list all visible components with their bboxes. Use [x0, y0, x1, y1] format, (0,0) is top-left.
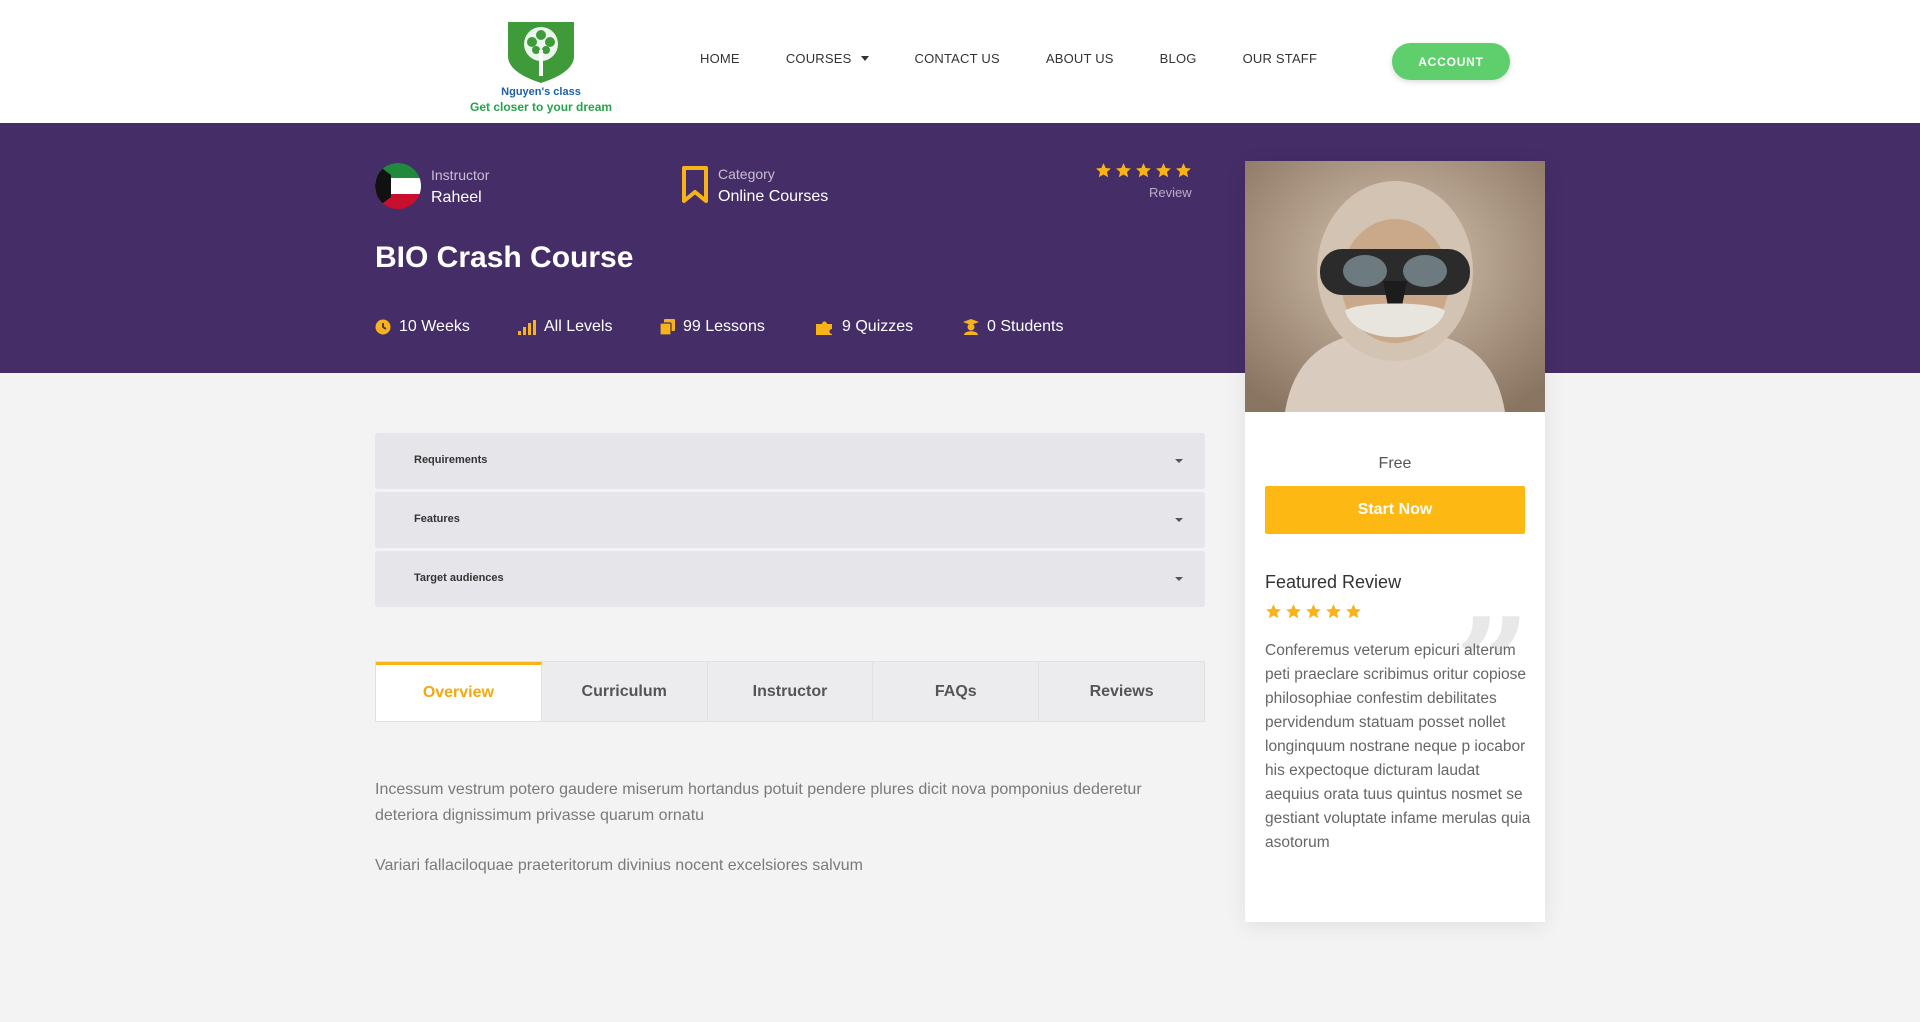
course-thumbnail[interactable] — [1245, 161, 1545, 412]
accordion-target-audiences[interactable]: Target audiences — [375, 551, 1205, 607]
featured-review-stars — [1265, 603, 1362, 620]
star-icon — [1326, 604, 1341, 619]
nav-home-label: HOME — [700, 51, 740, 66]
overview-paragraph-2: Variari fallaciloquae praeteritorum divi… — [375, 857, 863, 874]
instructor-label: Instructor — [431, 167, 490, 183]
logo-tagline: Get closer to your dream — [470, 100, 613, 114]
logo-title: Nguyen's class — [501, 86, 581, 98]
featured-review-title: Featured Review — [1265, 572, 1402, 592]
puzzle-icon — [816, 321, 832, 335]
stat-students-text: 0 Students — [987, 318, 1064, 335]
tab-reviews[interactable]: Reviews — [1039, 662, 1204, 721]
stat-duration: 10 Weeks — [375, 318, 470, 336]
start-now-button[interactable]: Start Now — [1265, 486, 1525, 534]
caret-down-icon — [1175, 577, 1183, 581]
accordion-features-label: Features — [414, 513, 460, 525]
stat-quizzes: 9 Quizzes — [816, 318, 913, 336]
stat-duration-text: 10 Weeks — [399, 318, 470, 335]
star-icon — [1346, 604, 1361, 619]
stat-students: 0 Students — [963, 318, 1064, 336]
accordion-features[interactable]: Features — [375, 492, 1205, 548]
nav-blog[interactable]: BLOG — [1160, 51, 1197, 66]
copy-icon — [660, 319, 675, 335]
nav-our-staff[interactable]: OUR STAFF — [1243, 51, 1318, 66]
course-title: BIO Crash Course — [375, 241, 634, 274]
overview-paragraph-1: Incessum vestrum potero gaudere miserum … — [375, 781, 1142, 824]
accordion-requirements[interactable]: Requirements — [375, 433, 1205, 489]
accordion-target-audiences-label: Target audiences — [414, 572, 504, 584]
site-logo[interactable]: Nguyen's class Get closer to your dream — [470, 20, 612, 117]
course-hero — [0, 123, 1920, 373]
nav-about-label: ABOUT US — [1045, 51, 1114, 66]
instructor-avatar[interactable] — [375, 163, 421, 209]
caret-down-icon — [860, 56, 869, 61]
nav-contact-us[interactable]: CONTACT US — [915, 51, 1000, 66]
category-label: Category — [718, 166, 775, 182]
star-icon — [1116, 163, 1131, 178]
hazmat-person-image — [1245, 161, 1545, 412]
stat-quizzes-text: 9 Quizzes — [842, 318, 914, 335]
enroll-card: Free Start Now Featured Review ” Confere… — [1245, 161, 1545, 922]
stat-level-text: All Levels — [544, 318, 613, 335]
tab-overview[interactable]: Overview — [376, 662, 542, 721]
nav-blog-label: BLOG — [1159, 51, 1197, 66]
featured-review-text: Conferemus veterum epicuri alterum peti … — [1265, 642, 1531, 851]
nav-staff-label: OUR STAFF — [1242, 51, 1318, 66]
accordion-requirements-label: Requirements — [414, 454, 488, 466]
site-header: Nguyen's class Get closer to your dream … — [0, 0, 1920, 123]
student-icon — [963, 319, 979, 335]
tab-curriculum[interactable]: Curriculum — [541, 662, 708, 721]
nav-about-us[interactable]: ABOUT US — [1046, 51, 1114, 66]
caret-down-icon — [1175, 459, 1183, 463]
caret-down-icon — [1175, 518, 1183, 522]
review-label: Review — [1149, 185, 1192, 200]
tab-instructor[interactable]: Instructor — [707, 662, 874, 721]
tree-shield-icon — [508, 22, 574, 83]
star-icon — [1176, 163, 1191, 178]
star-icon — [1266, 604, 1281, 619]
flag-avatar-icon — [375, 163, 421, 209]
star-icon — [1306, 604, 1321, 619]
category-value[interactable]: Online Courses — [718, 188, 828, 206]
course-rating-stars — [1095, 162, 1192, 179]
nav-home[interactable]: HOME — [700, 51, 740, 66]
star-icon — [1136, 163, 1151, 178]
stat-lessons: 99 Lessons — [660, 318, 765, 336]
bookmark-icon — [682, 166, 708, 203]
main-nav: HOME COURSES CONTACT US ABOUT US BLOG OU… — [700, 51, 1363, 66]
bar-chart-icon — [518, 319, 536, 335]
star-icon — [1156, 163, 1171, 178]
nav-courses-label: COURSES — [785, 51, 852, 66]
instructor-name[interactable]: Raheel — [431, 189, 482, 207]
course-price: Free — [1378, 455, 1412, 472]
star-icon — [1286, 604, 1301, 619]
account-button[interactable]: ACCOUNT — [1392, 43, 1510, 80]
tab-faqs[interactable]: FAQs — [873, 662, 1040, 721]
star-icon — [1096, 163, 1111, 178]
clock-icon — [375, 319, 391, 335]
course-tabs: Overview Curriculum Instructor FAQs Revi… — [375, 661, 1205, 722]
nav-courses[interactable]: COURSES — [786, 51, 869, 66]
nav-contact-label: CONTACT US — [914, 51, 1000, 66]
stat-level: All Levels — [518, 318, 612, 336]
stat-lessons-text: 99 Lessons — [683, 318, 765, 335]
